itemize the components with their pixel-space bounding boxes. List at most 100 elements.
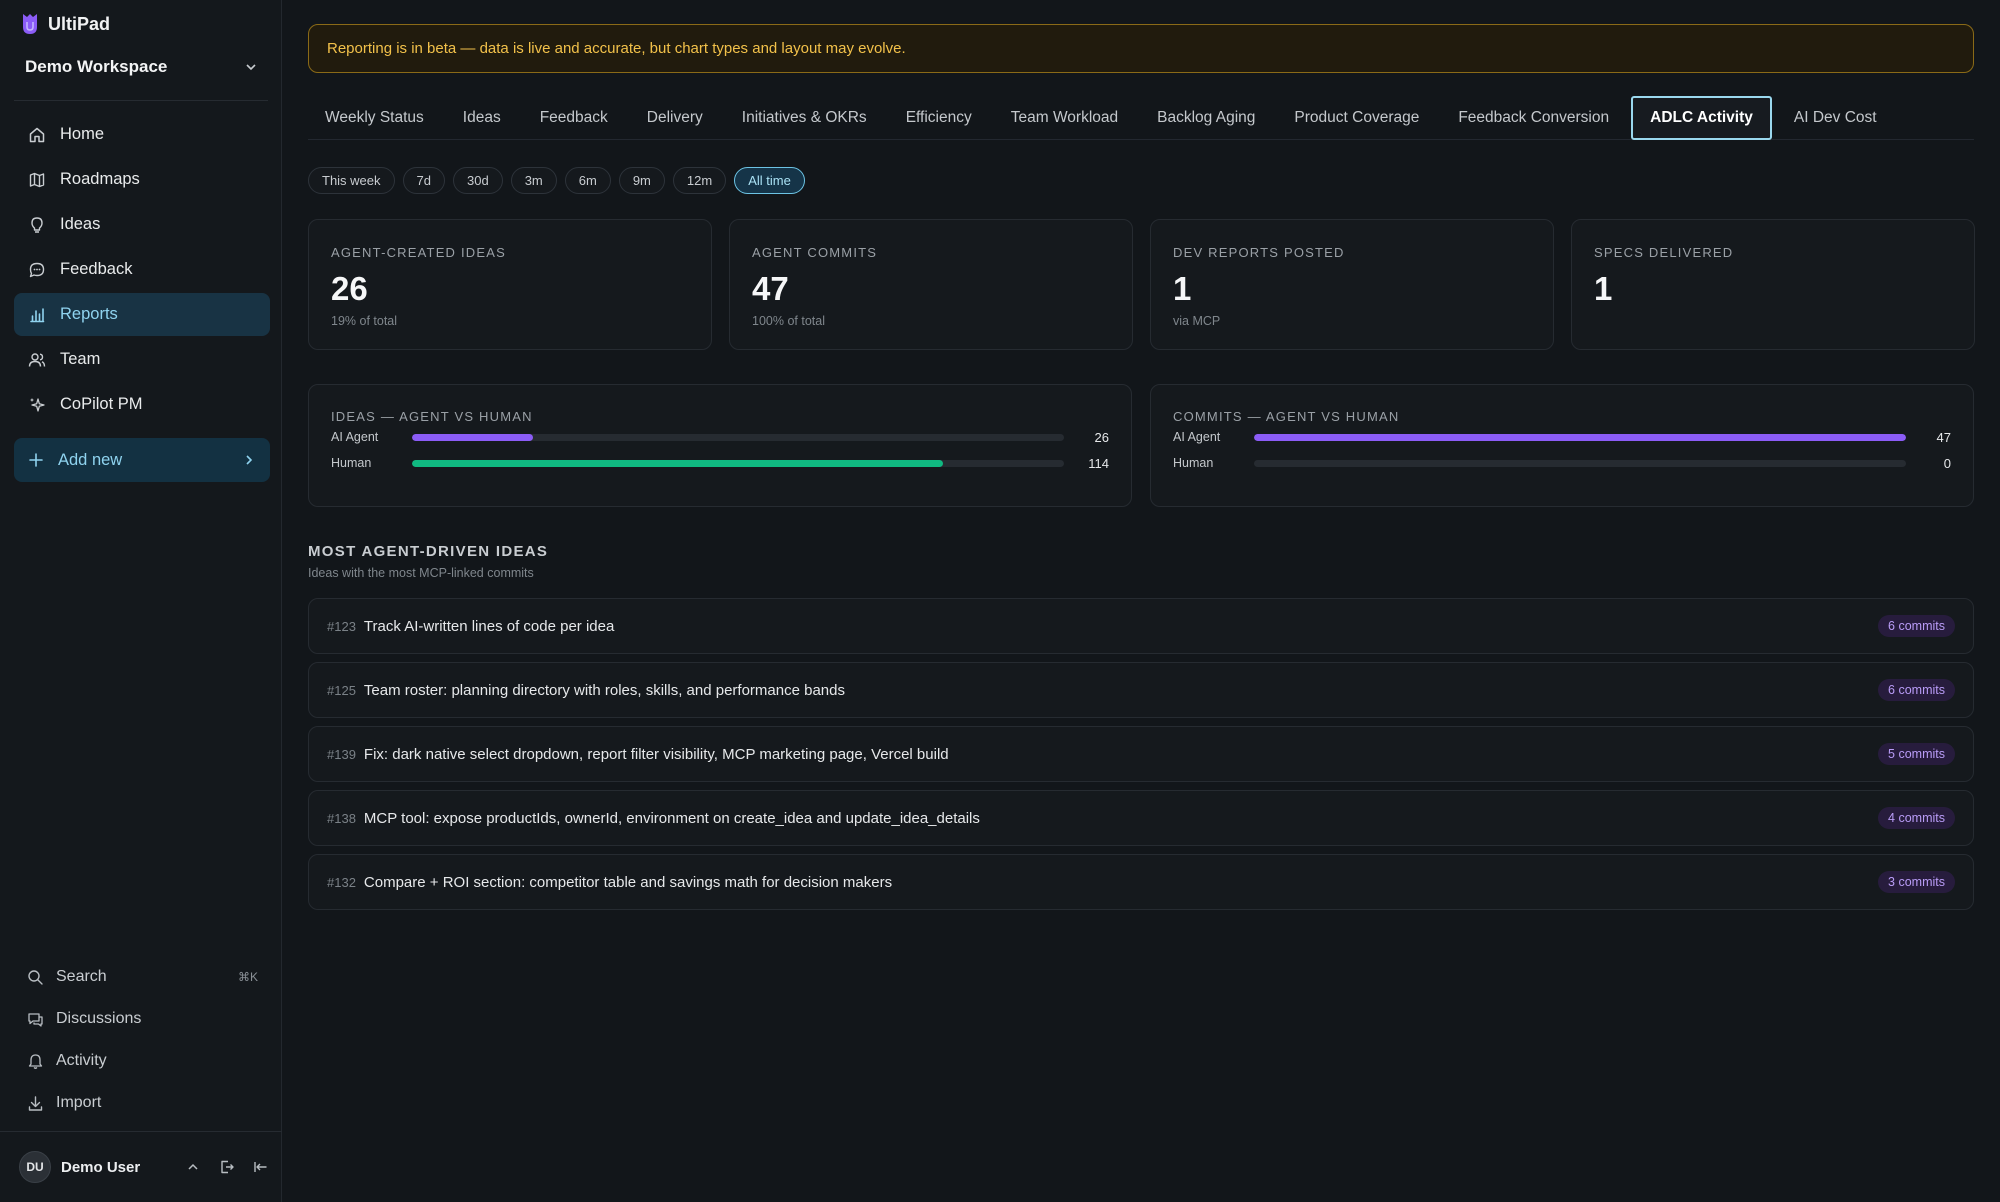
- sidebar: UltiPad Demo Workspace Home Roadmaps Ide…: [0, 0, 282, 1202]
- search-button[interactable]: Search ⌘K: [14, 956, 270, 998]
- search-icon: [28, 969, 43, 985]
- card-title: COMMITS — AGENT VS HUMAN: [1173, 409, 1400, 424]
- sidebar-item-roadmaps[interactable]: Roadmaps: [14, 158, 270, 201]
- bar-label: Human: [1173, 456, 1214, 470]
- chevron-up-icon[interactable]: [185, 1159, 201, 1175]
- sidebar-nav: Home Roadmaps Ideas Feedback Reports Tea…: [14, 113, 270, 428]
- card-title: IDEAS — AGENT VS HUMAN: [331, 409, 533, 424]
- tab-delivery[interactable]: Delivery: [630, 96, 720, 140]
- tab-ideas[interactable]: Ideas: [446, 96, 518, 140]
- logout-icon[interactable]: [219, 1159, 235, 1175]
- sidebar-item-ideas[interactable]: Ideas: [14, 203, 270, 246]
- bar-track: [412, 459, 1064, 467]
- range-3m[interactable]: 3m: [510, 167, 557, 194]
- list-item[interactable]: #132 Compare + ROI section: competitor t…: [308, 854, 1974, 910]
- agent-driven-ideas-list: #123 Track AI-written lines of code per …: [308, 598, 1974, 918]
- home-icon: [29, 127, 45, 142]
- sidebar-item-copilot-pm[interactable]: CoPilot PM: [14, 383, 270, 426]
- tab-feedback[interactable]: Feedback: [523, 96, 625, 140]
- list-item[interactable]: #125 Team roster: planning directory wit…: [308, 662, 1974, 718]
- bar-fill: [1254, 433, 1906, 441]
- sidebar-item-label: Team: [60, 350, 101, 368]
- stat-sub: 19% of total: [331, 314, 398, 328]
- idea-title: Team roster: planning directory with rol…: [363, 681, 845, 699]
- stat-label: AGENT-CREATED IDEAS: [331, 245, 506, 260]
- import-label: Import: [56, 1094, 102, 1111]
- utility-nav: Search ⌘K Discussions Activity Import: [14, 956, 270, 1124]
- stat-card-specs-delivered: SPECS DELIVERED 1: [1571, 219, 1975, 350]
- range-30d[interactable]: 30d: [453, 167, 503, 194]
- sidebar-item-team[interactable]: Team: [14, 338, 270, 381]
- tab-backlog-aging[interactable]: Backlog Aging: [1140, 96, 1272, 140]
- stat-value: 47: [752, 270, 789, 307]
- stat-card-agent-commits: AGENT COMMITS 47 100% of total: [729, 219, 1133, 350]
- section-title: MOST AGENT-DRIVEN IDEAS: [308, 543, 549, 560]
- divider: [14, 100, 268, 101]
- activity-label: Activity: [56, 1052, 107, 1069]
- tab-weekly-status[interactable]: Weekly Status: [308, 96, 441, 140]
- bar-row-human: Human 114: [331, 450, 1109, 476]
- commit-count-badge: 4 commits: [1878, 807, 1955, 829]
- range-12m[interactable]: 12m: [672, 167, 727, 194]
- import-button[interactable]: Import: [14, 1082, 270, 1124]
- tab-team-workload[interactable]: Team Workload: [994, 96, 1135, 140]
- tab-product-coverage[interactable]: Product Coverage: [1277, 96, 1436, 140]
- idea-title: Fix: dark native select dropdown, report…: [363, 745, 949, 763]
- commit-count-badge: 5 commits: [1878, 743, 1955, 765]
- range-all-time[interactable]: All time: [734, 167, 805, 194]
- sidebar-item-feedback[interactable]: Feedback: [14, 248, 270, 291]
- tab-adlc-activity[interactable]: ADLC Activity: [1631, 95, 1772, 140]
- map-icon: [29, 172, 45, 187]
- tab-initiatives-okrs[interactable]: Initiatives & OKRs: [725, 96, 884, 140]
- lightbulb-icon: [31, 216, 43, 233]
- sidebar-item-home[interactable]: Home: [14, 113, 270, 156]
- tab-feedback-conversion[interactable]: Feedback Conversion: [1441, 96, 1626, 140]
- user-name[interactable]: Demo User: [61, 1159, 140, 1176]
- users-icon: [28, 352, 46, 367]
- search-label: Search: [56, 968, 107, 985]
- idea-title: Track AI-written lines of code per idea: [363, 617, 615, 635]
- discussions-button[interactable]: Discussions: [14, 998, 270, 1040]
- chat-icon: [29, 262, 45, 277]
- idea-title: MCP tool: expose productIds, ownerId, en…: [363, 809, 980, 827]
- sidebar-item-label: Roadmaps: [60, 170, 140, 188]
- workspace-switcher[interactable]: Demo Workspace: [25, 56, 258, 78]
- stat-card-dev-reports-posted: DEV REPORTS POSTED 1 via MCP: [1150, 219, 1554, 350]
- list-item[interactable]: #123 Track AI-written lines of code per …: [308, 598, 1974, 654]
- bar-chart-icon: [30, 307, 45, 322]
- user-actions: [185, 1159, 269, 1175]
- sidebar-item-label: CoPilot PM: [60, 395, 143, 413]
- add-new-label: Add new: [58, 450, 123, 469]
- brand[interactable]: UltiPad: [20, 12, 110, 36]
- commit-count-badge: 6 commits: [1878, 679, 1955, 701]
- idea-number: #139: [327, 746, 356, 762]
- add-new-button[interactable]: Add new: [14, 438, 270, 482]
- bar-fill: [412, 433, 534, 441]
- tab-ai-dev-cost[interactable]: AI Dev Cost: [1777, 96, 1894, 140]
- ideas-agent-vs-human-card: IDEAS — AGENT VS HUMAN AI Agent 26 Human…: [308, 384, 1132, 507]
- plus-icon: [29, 453, 43, 467]
- avatar[interactable]: DU: [19, 1151, 51, 1183]
- discussions-label: Discussions: [56, 1010, 142, 1027]
- section-subtitle: Ideas with the most MCP-linked commits: [308, 566, 534, 580]
- bar-value: 47: [1936, 429, 1951, 445]
- stat-card-agent-created-ideas: AGENT-CREATED IDEAS 26 19% of total: [308, 219, 712, 350]
- chevron-right-icon: [246, 455, 253, 465]
- bar-track: [1254, 433, 1906, 441]
- collapse-sidebar-icon[interactable]: [253, 1159, 269, 1175]
- range-9m[interactable]: 9m: [618, 167, 665, 194]
- commit-count-badge: 3 commits: [1878, 871, 1955, 893]
- range-this-week[interactable]: This week: [308, 167, 395, 194]
- time-range-filter: This week 7d 30d 3m 6m 9m 12m All time: [308, 167, 805, 194]
- list-item[interactable]: #139 Fix: dark native select dropdown, r…: [308, 726, 1974, 782]
- sidebar-item-reports[interactable]: Reports: [14, 293, 270, 336]
- bar-label: AI Agent: [331, 430, 379, 444]
- list-item[interactable]: #138 MCP tool: expose productIds, ownerI…: [308, 790, 1974, 846]
- activity-button[interactable]: Activity: [14, 1040, 270, 1082]
- tab-efficiency[interactable]: Efficiency: [889, 96, 989, 140]
- range-6m[interactable]: 6m: [564, 167, 611, 194]
- bar-track: [412, 433, 1064, 441]
- bar-label: Human: [331, 456, 372, 470]
- bar-value: 26: [1094, 429, 1109, 445]
- range-7d[interactable]: 7d: [402, 167, 445, 194]
